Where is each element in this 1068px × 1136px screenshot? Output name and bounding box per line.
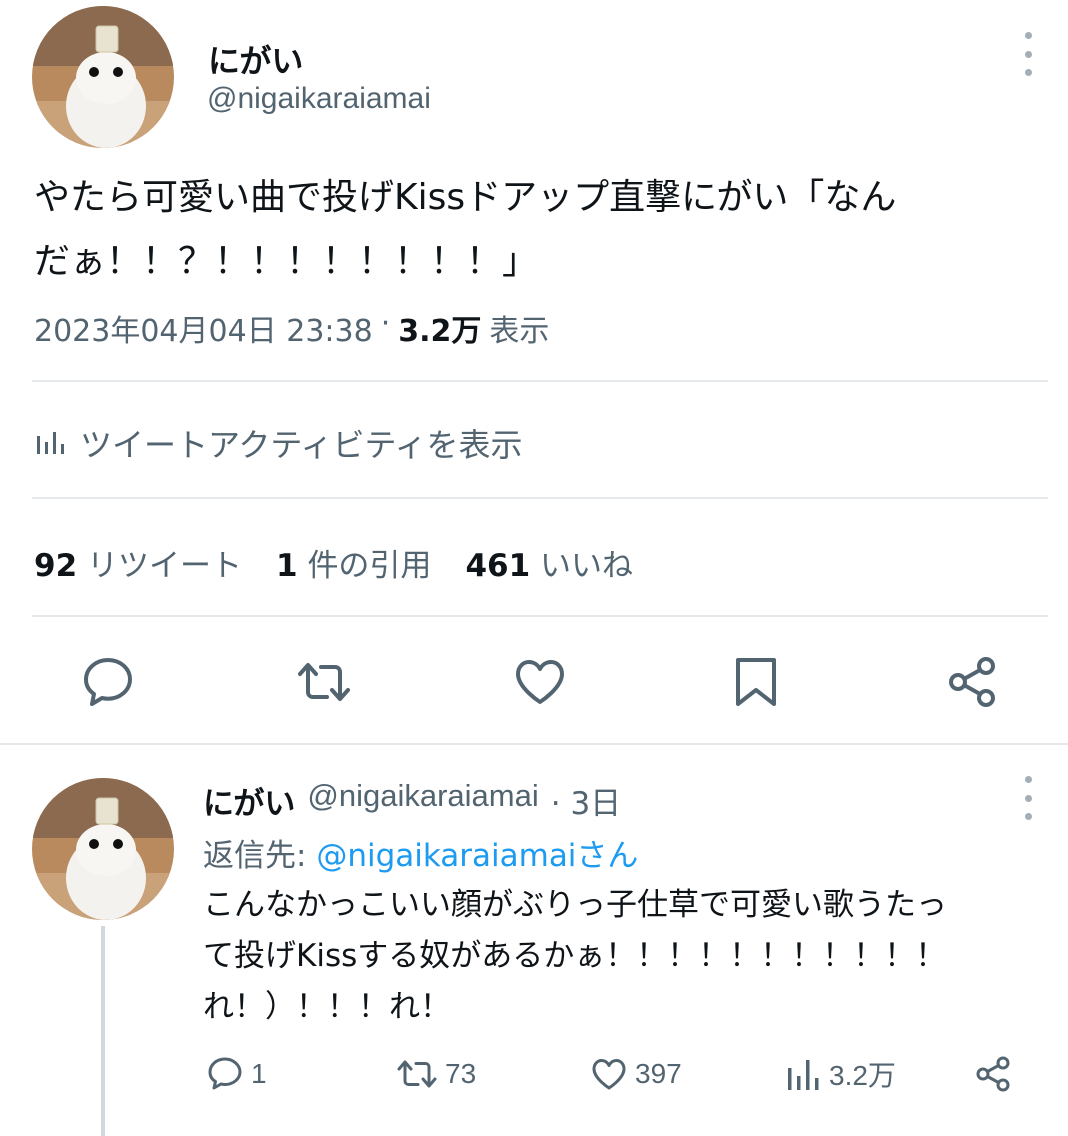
avatar-image xyxy=(32,778,174,920)
reply-count: 1 xyxy=(251,1058,267,1089)
like-icon[interactable] xyxy=(510,652,570,712)
time-ago[interactable]: · 3日 xyxy=(551,778,621,823)
thread-line xyxy=(101,926,105,1136)
quotes-count: 1 xyxy=(276,548,298,584)
share-icon[interactable] xyxy=(972,1054,1014,1094)
divider xyxy=(32,615,1048,617)
like-count: 397 xyxy=(635,1058,682,1089)
tweet-text-line: やたら可愛い曲で投げKissドアップ直撃にがい「なん xyxy=(34,177,897,218)
reply-icon xyxy=(208,1057,242,1090)
reply-icon[interactable] xyxy=(78,652,138,712)
quotes-stat[interactable]: 1 件の引用 xyxy=(276,540,431,585)
reply-text-line: れ！）！！！れ！ xyxy=(203,989,451,1025)
separator: · xyxy=(380,306,391,341)
retweet-action[interactable]: 73 xyxy=(395,1054,476,1094)
divider xyxy=(32,497,1048,499)
views-count: 3.2万 xyxy=(829,1060,896,1091)
like-icon xyxy=(592,1059,626,1090)
retweets-label: リツイート xyxy=(87,548,242,584)
handle[interactable]: @nigaikaraiamai xyxy=(307,778,538,823)
retweet-icon[interactable] xyxy=(294,652,354,712)
kebab-icon[interactable] xyxy=(1018,32,1038,76)
analytics-icon xyxy=(788,1060,819,1090)
tweet-activity-link[interactable]: ツイートアクティビティを表示 xyxy=(34,420,523,466)
views-action[interactable]: 3.2万 xyxy=(785,1054,896,1094)
views-count: 3.2万 xyxy=(398,314,482,349)
retweet-count: 73 xyxy=(445,1058,477,1089)
reply-to-suffix: さん xyxy=(576,838,639,874)
reply-text-line: こんなかっこいい顔がぶりっ子仕草で可愛い歌うたっ xyxy=(203,887,947,923)
timestamp[interactable]: 2023年04月04日 23:38 xyxy=(34,306,373,350)
analytics-icon xyxy=(37,432,64,454)
handle[interactable]: @nigaikaraiamai xyxy=(207,82,431,116)
bookmark-icon[interactable] xyxy=(726,652,786,712)
reply-text-line: て投げKissする奴があるかぁ！！！！！！！！！！！ xyxy=(203,938,947,974)
tweet-text-line: だぁ！！？！！！！！！！！」 xyxy=(34,241,539,282)
likes-count: 461 xyxy=(465,548,531,584)
share-icon[interactable] xyxy=(942,652,1002,712)
reply-action[interactable]: 1 xyxy=(205,1054,267,1094)
reply-to-label: 返信先: xyxy=(203,838,317,874)
activity-label: ツイートアクティビティを表示 xyxy=(80,426,523,464)
avatar-image xyxy=(32,6,174,148)
views-label: 表示 xyxy=(489,314,550,349)
quotes-label: 件の引用 xyxy=(307,548,432,584)
likes-stat[interactable]: 461 いいね xyxy=(465,540,633,585)
tweet-text: やたら可愛い曲で投げKissドアップ直撃にがい「なん だぁ！！？！！！！！！！！… xyxy=(34,166,1054,294)
retweet-icon xyxy=(397,1060,437,1088)
tweet-stats: 92 リツイート 1 件の引用 461 いいね xyxy=(34,540,633,585)
divider xyxy=(32,380,1048,382)
reply-header: にがい @nigaikaraiamai · 3日 xyxy=(203,778,621,823)
divider xyxy=(0,743,1068,745)
like-action[interactable]: 397 xyxy=(589,1054,682,1094)
tweet-meta: 2023年04月04日 23:38 · 3.2万 表示 xyxy=(34,306,549,350)
reply-to: 返信先: @nigaikaraiamaiさん xyxy=(203,830,638,875)
retweets-stat[interactable]: 92 リツイート xyxy=(34,540,242,585)
likes-label: いいね xyxy=(540,548,634,584)
avatar[interactable] xyxy=(32,778,174,920)
display-name[interactable]: にがい xyxy=(203,778,295,823)
retweets-count: 92 xyxy=(34,548,78,584)
display-name[interactable]: にがい xyxy=(208,36,303,82)
avatar[interactable] xyxy=(32,6,174,148)
reply-to-handle[interactable]: @nigaikaraiamai xyxy=(316,838,576,874)
kebab-icon[interactable] xyxy=(1018,776,1038,820)
reply-text: こんなかっこいい顔がぶりっ子仕草で可愛い歌うたっ て投げKissする奴があるかぁ… xyxy=(203,880,1053,1033)
